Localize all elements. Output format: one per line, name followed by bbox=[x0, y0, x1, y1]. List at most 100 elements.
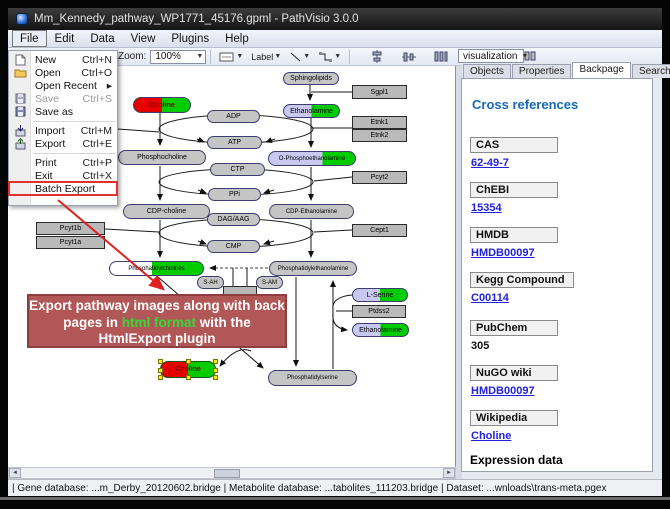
pathway-node-etnk2[interactable]: Etnk2 bbox=[352, 129, 407, 142]
pathway-node-sgpl1[interactable]: Sgpl1 bbox=[352, 85, 407, 99]
file-menu-item-batch-export[interactable]: Batch Export bbox=[9, 182, 117, 195]
selection-handle[interactable] bbox=[158, 368, 163, 373]
pathway-node-cmp[interactable]: CMP bbox=[207, 240, 260, 253]
selection-handle[interactable] bbox=[213, 375, 218, 380]
menubar-item-plugins[interactable]: Plugins bbox=[163, 30, 217, 47]
pathway-node-adp[interactable]: ADP bbox=[207, 110, 260, 123]
pathway-node-cdp-choline[interactable]: CDP-choline bbox=[123, 204, 210, 219]
tab-search[interactable]: Search bbox=[632, 64, 670, 78]
pathway-node-pcyt1b[interactable]: Pcyt1b bbox=[36, 222, 105, 235]
pathway-node-etnk1[interactable]: Etnk1 bbox=[352, 116, 407, 129]
scrollbar-thumb[interactable] bbox=[214, 469, 240, 478]
pathway-node-phosphatidylcholines[interactable]: Phosphatidylcholines bbox=[109, 261, 204, 276]
pathway-node-dag-aag[interactable]: DAG/AAG bbox=[207, 213, 260, 226]
pathway-node-o-phosphoethanolamine[interactable]: O-Phosphoethanolamine bbox=[268, 151, 356, 166]
node-label: Etnk2 bbox=[371, 132, 389, 139]
xref-source-chebi: ChEBI bbox=[470, 182, 558, 198]
node-label: Pcyt1a bbox=[60, 239, 81, 246]
pathway-node-choline-top[interactable]: Choline bbox=[133, 97, 191, 113]
connector-tool-button[interactable]: ▼ bbox=[314, 49, 345, 65]
pathway-node-pcyt1a[interactable]: Pcyt1a bbox=[36, 236, 105, 249]
datanode-tool-button[interactable]: ▼ bbox=[215, 49, 247, 65]
backpage-panel: Cross references CAS62-49-7ChEBI15354HMD… bbox=[461, 78, 653, 472]
node-label: S-AH bbox=[203, 280, 217, 286]
menubar-item-data[interactable]: Data bbox=[82, 30, 122, 47]
xref-link[interactable]: 15354 bbox=[471, 202, 502, 214]
pathway-node-ethanolamine-top[interactable]: Ethanolamine bbox=[283, 104, 340, 118]
file-menu-item-save-as[interactable]: Save as bbox=[9, 105, 117, 118]
selection-handle[interactable] bbox=[158, 375, 163, 380]
pathway-node-phosphocholine[interactable]: Phosphocholine bbox=[118, 150, 206, 165]
file-menu-item-save[interactable]: SaveCtrl+S bbox=[9, 92, 117, 105]
pathway-node-phosphatidylethanolamine[interactable]: Phosphatidylethanolamine bbox=[269, 261, 357, 276]
pathway-node-ctp[interactable]: CTP bbox=[210, 163, 265, 176]
app-icon bbox=[16, 13, 28, 25]
pathway-node-s-am[interactable]: S-AM bbox=[256, 276, 283, 289]
file-menu-item-exit[interactable]: ExitCtrl+X bbox=[9, 169, 117, 182]
pathway-node-pcyt2[interactable]: Pcyt2 bbox=[352, 171, 407, 184]
line-tool-button[interactable]: ▼ bbox=[285, 49, 314, 65]
file-menu-item-import[interactable]: ImportCtrl+M bbox=[9, 124, 117, 137]
node-label: Choline bbox=[175, 366, 201, 373]
pathway-node-ethanolamine-bottom[interactable]: Ethanolamine bbox=[352, 323, 409, 337]
label-tool-button[interactable]: Label ▼ bbox=[247, 49, 285, 65]
pathway-node-l-serine[interactable]: L-Serine bbox=[352, 288, 408, 302]
horizontal-scrollbar[interactable]: ◄ ► bbox=[8, 467, 456, 479]
align-center-x-icon bbox=[370, 50, 384, 63]
file-menu-item-open-recent[interactable]: Open Recent▸ bbox=[9, 79, 117, 92]
menubar-item-view[interactable]: View bbox=[123, 30, 164, 47]
status-text: | Gene database: ...m_Derby_20120602.bri… bbox=[12, 483, 606, 494]
node-label: L-Serine bbox=[367, 292, 393, 299]
pathway-node-sphingolipids[interactable]: Sphingolipids bbox=[283, 72, 339, 85]
node-label: Pcyt2 bbox=[371, 174, 389, 181]
xref-link[interactable]: HMDB00097 bbox=[471, 247, 535, 259]
pathway-node-choline-selected[interactable]: Choline bbox=[160, 361, 216, 378]
file-menu-item-export[interactable]: ExportCtrl+E bbox=[9, 137, 117, 150]
selection-handle[interactable] bbox=[213, 368, 218, 373]
menu-item-label: Save bbox=[31, 93, 83, 105]
menubar-item-edit[interactable]: Edit bbox=[47, 30, 83, 47]
file-menu-item-open[interactable]: OpenCtrl+O bbox=[9, 66, 117, 79]
selection-handle[interactable] bbox=[213, 359, 218, 364]
tab-properties[interactable]: Properties bbox=[512, 64, 572, 78]
node-label: Pcyt1b bbox=[60, 225, 81, 232]
chevron-down-icon: ▼ bbox=[517, 53, 528, 60]
menubar-item-file[interactable]: File bbox=[12, 30, 47, 47]
menu-bar: FileEditDataViewPluginsHelp bbox=[8, 30, 662, 48]
xref-link[interactable]: C00114 bbox=[471, 292, 509, 304]
xref-link[interactable]: 62-49-7 bbox=[471, 157, 509, 169]
node-label: ATP bbox=[228, 139, 241, 146]
align-center-x-button[interactable] bbox=[366, 49, 388, 65]
scroll-left-icon[interactable]: ◄ bbox=[9, 468, 21, 478]
selection-handle[interactable] bbox=[186, 375, 191, 380]
file-menu-item-new[interactable]: NewCtrl+N bbox=[9, 53, 117, 66]
selection-handle[interactable] bbox=[186, 359, 191, 364]
node-label: CTP bbox=[231, 166, 245, 173]
status-bar: | Gene database: ...m_Derby_20120602.bri… bbox=[8, 479, 662, 496]
menu-item-shortcut: Ctrl+O bbox=[81, 67, 117, 79]
tab-objects[interactable]: Objects bbox=[463, 64, 511, 78]
menu-item-shortcut: Ctrl+E bbox=[83, 138, 117, 150]
pathway-node-ptdss2[interactable]: Ptdss2 bbox=[352, 305, 406, 318]
node-label: ADP bbox=[226, 113, 240, 120]
file-menu-item-print[interactable]: PrintCtrl+P bbox=[9, 156, 117, 169]
visualization-combobox[interactable]: visualization▼ bbox=[458, 49, 524, 63]
distribute-horizontal-button[interactable] bbox=[430, 49, 452, 65]
menubar-item-help[interactable]: Help bbox=[217, 30, 257, 47]
xref-link[interactable]: HMDB00097 bbox=[471, 385, 535, 397]
pathway-node-cept1[interactable]: Cept1 bbox=[352, 224, 407, 237]
align-center-y-button[interactable] bbox=[398, 49, 420, 65]
pathway-node-ppi[interactable]: PPi bbox=[208, 188, 261, 201]
connector-icon bbox=[318, 51, 333, 63]
pathway-node-s-ah[interactable]: S-AH bbox=[197, 276, 224, 289]
scroll-right-icon[interactable]: ► bbox=[443, 468, 455, 478]
pathway-node-cdp-ethanolamine[interactable]: CDP-Ethanolamine bbox=[269, 204, 354, 219]
import-icon bbox=[9, 125, 31, 137]
zoom-combobox[interactable]: 100%▼ bbox=[150, 50, 206, 64]
xref-link[interactable]: Choline bbox=[471, 430, 511, 442]
tab-backpage[interactable]: Backpage bbox=[572, 62, 630, 78]
selection-handle[interactable] bbox=[158, 359, 163, 364]
pathway-node-atp[interactable]: ATP bbox=[207, 136, 262, 149]
pathway-node-phosphatidylserine[interactable]: Phosphatidylserine bbox=[268, 370, 357, 386]
menu-item-shortcut: Ctrl+P bbox=[83, 157, 117, 169]
